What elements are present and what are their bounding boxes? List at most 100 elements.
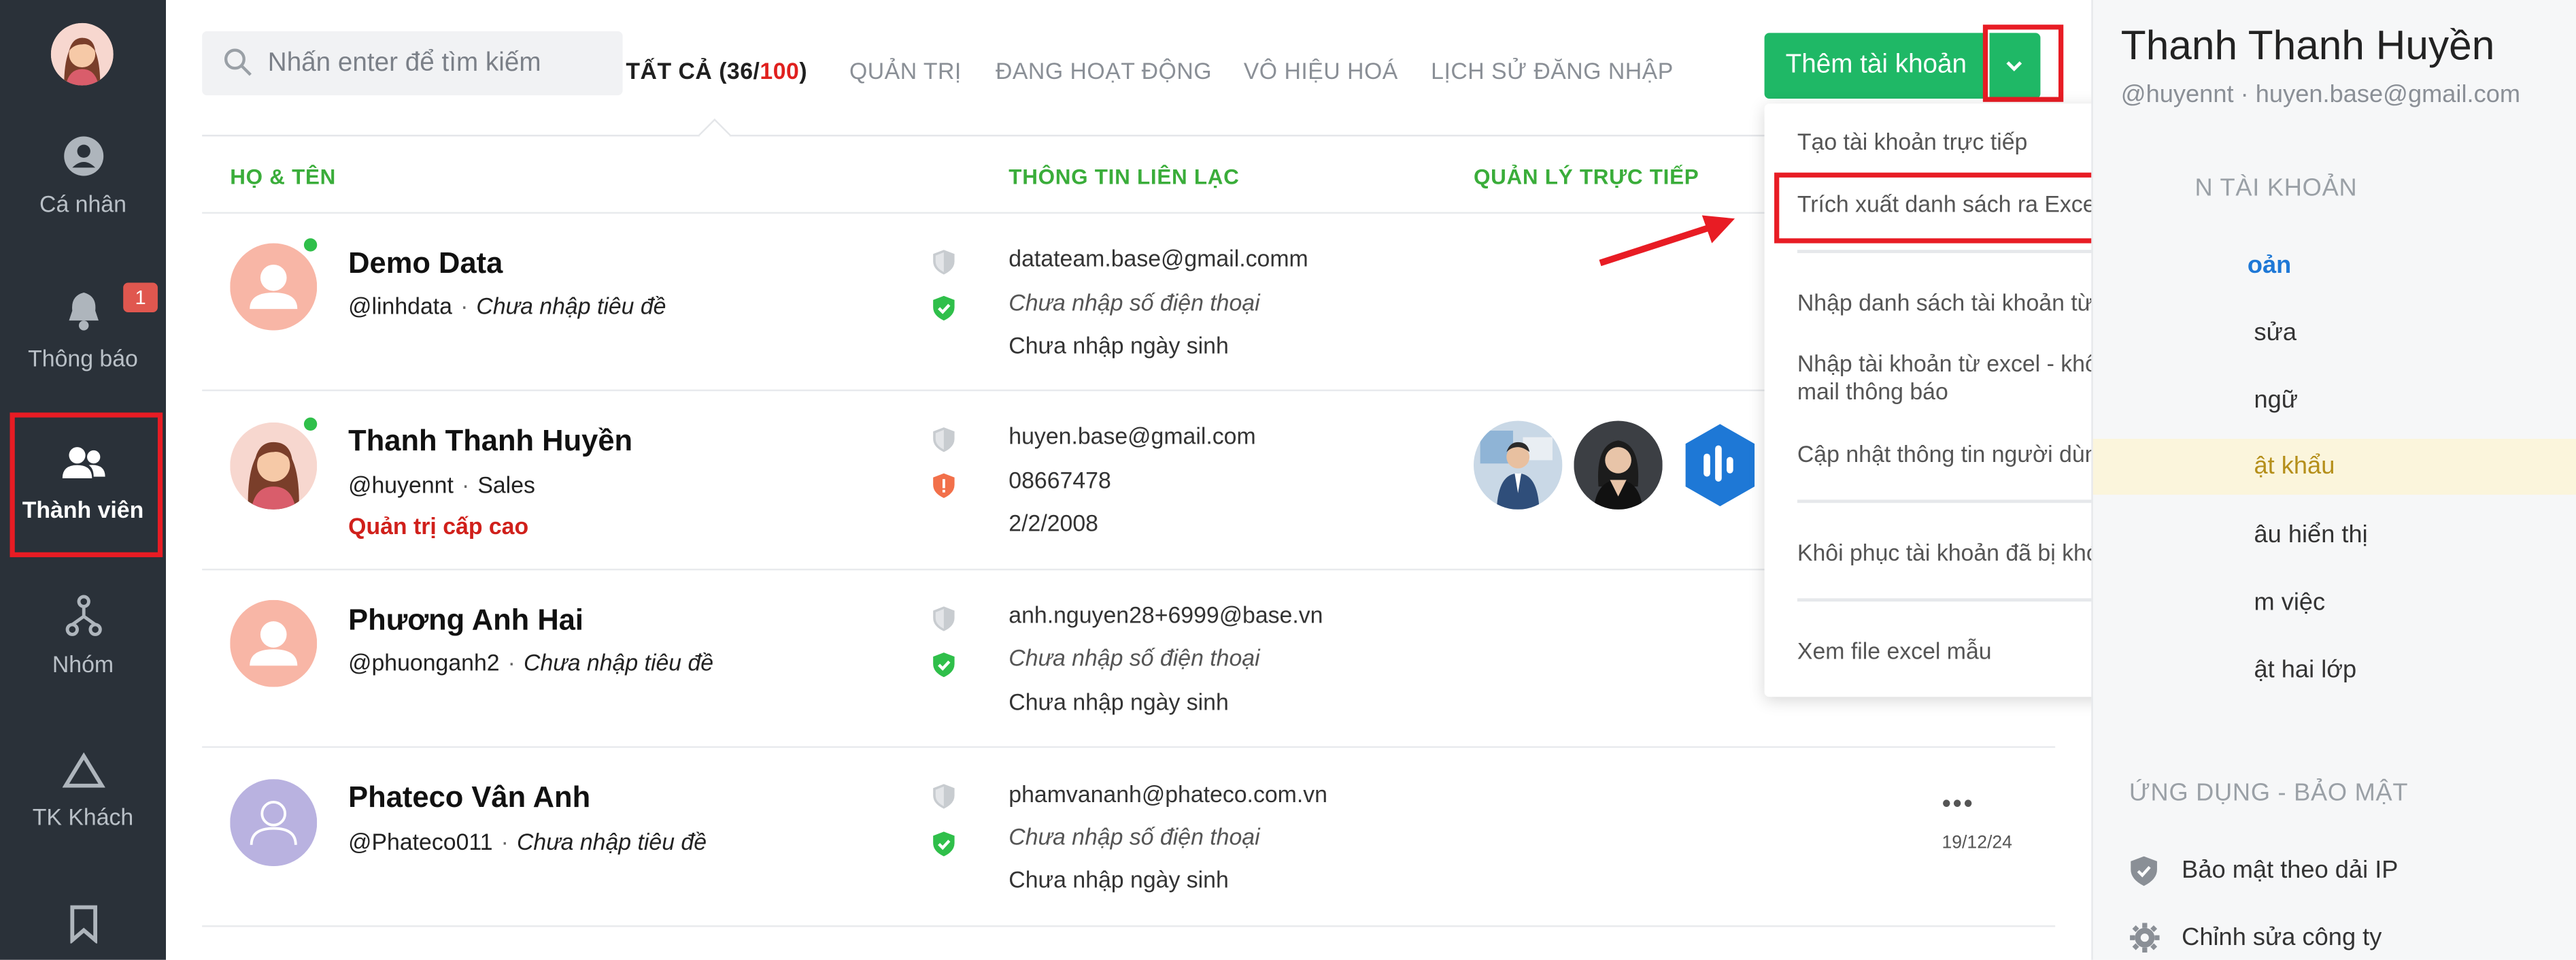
- member-title: Sales: [477, 471, 535, 498]
- annotation-arrow-icon: [1599, 215, 1735, 267]
- online-status-dot: [302, 416, 319, 433]
- tab-active[interactable]: ĐANG HOẠT ĐỘNG: [996, 58, 1212, 84]
- manager-logo-avatar: [1676, 420, 1765, 510]
- menu-item-restore-locked[interactable]: Khôi phục tài khoản đã bị khóa: [1797, 539, 2112, 565]
- tab-all-limit: 100: [760, 57, 800, 84]
- add-account-button[interactable]: Thêm tài khoản: [1764, 33, 1988, 99]
- member-handle: @huyennt: [348, 471, 454, 498]
- nav-label-groups: Nhóm: [52, 650, 114, 678]
- shield-check-icon: [933, 295, 955, 321]
- shield-check-icon: [933, 831, 955, 857]
- bell-icon: [68, 293, 98, 331]
- member-birthday: Chưa nhập ngày sinh: [1009, 689, 1229, 715]
- member-phone: Chưa nhập số điện thoại: [1009, 289, 1260, 316]
- tab-admin[interactable]: QUẢN TRỊ: [849, 58, 962, 84]
- section-title-security: ỨNG DỤNG - BẢO MẬT: [2129, 779, 2409, 808]
- default-avatar-icon: [230, 599, 318, 687]
- tab-all[interactable]: TẤT CẢ (36/100): [626, 58, 807, 84]
- tab-login-history[interactable]: LỊCH SỬ ĐĂNG NHẬP: [1431, 58, 1674, 84]
- member-birthday: Chưa nhập ngày sinh: [1009, 866, 1229, 893]
- member-handle: @Phateco011: [348, 828, 493, 855]
- nav-label-guest-accounts: TK Khách: [32, 804, 134, 830]
- highlight-box-dropdown-toggle: [1982, 24, 2064, 102]
- panel-item-edit-company[interactable]: Chỉnh sửa công ty: [2182, 924, 2382, 952]
- shield-warning-icon: [933, 473, 955, 498]
- nav-item-guest-accounts[interactable]: TK Khách: [0, 751, 166, 830]
- shield-gray-icon: [933, 606, 955, 631]
- manager-photo-2: [1574, 420, 1663, 510]
- panel-item-language[interactable]: ngữ: [2093, 373, 2576, 429]
- column-header-manager: QUẢN LÝ TRỰC TIẾP: [1473, 164, 1699, 189]
- member-date: 19/12/24: [1942, 833, 2012, 853]
- panel-item-2fa[interactable]: ật hai lớp: [2093, 643, 2576, 699]
- panel-item-label: ật hai lớp: [2254, 655, 2357, 684]
- manager-photo-1: [1473, 420, 1563, 510]
- member-email: datateam.base@gmail.comm: [1009, 244, 1308, 271]
- shield-gray-icon: [933, 427, 955, 452]
- default-avatar-icon: [230, 243, 318, 331]
- panel-item-label: âu hiển thị: [2254, 520, 2368, 549]
- member-meta: @linhdata · Chưa nhập tiêu đề: [348, 293, 666, 319]
- online-status-dot: [302, 236, 319, 254]
- search-input[interactable]: Nhấn enter để tìm kiếm: [202, 31, 623, 96]
- notification-badge: 1: [123, 282, 158, 313]
- tab-disabled[interactable]: VÔ HIỆU HOÁ: [1244, 58, 1398, 84]
- panel-item-ip-security[interactable]: Bảo mật theo dải IP: [2182, 857, 2398, 884]
- avatar: [230, 779, 318, 867]
- panel-item-account[interactable]: oản: [2093, 238, 2576, 294]
- menu-item-create-account[interactable]: Tạo tài khoản trực tiếp: [1797, 128, 2027, 154]
- member-name[interactable]: Phương Anh Hai: [348, 603, 583, 638]
- tab-all-suffix: ): [799, 57, 808, 84]
- panel-item-label: oản: [2247, 251, 2292, 280]
- panel-item-display[interactable]: âu hiển thị: [2093, 508, 2576, 563]
- member-birthday: Chưa nhập ngày sinh: [1009, 331, 1229, 359]
- member-phone: Chưa nhập số điện thoại: [1009, 823, 1260, 850]
- bookmark-icon: [69, 905, 97, 944]
- tab-active-indicator: [698, 118, 731, 152]
- member-phone: Chưa nhập số điện thoại: [1009, 644, 1260, 671]
- member-meta: @phuonganh2 · Chưa nhập tiêu đề: [348, 649, 714, 676]
- member-email: anh.nguyen28+6999@base.vn: [1009, 601, 1323, 628]
- manager-avatar[interactable]: [1473, 420, 1563, 510]
- more-options-button[interactable]: •••: [1942, 791, 1974, 820]
- gear-icon: [2130, 923, 2160, 953]
- nav-item-groups[interactable]: Nhóm: [0, 595, 166, 678]
- user-photo-avatar: [230, 422, 318, 510]
- avatar: [230, 599, 318, 687]
- member-role-badge: Quản trị cấp cao: [348, 512, 529, 540]
- panel-item-label: sửa: [2254, 318, 2297, 347]
- highlight-box-members: [10, 412, 163, 557]
- member-name[interactable]: Phateco Vân Anh: [348, 781, 590, 816]
- member-name[interactable]: Thanh Thanh Huyền: [348, 424, 632, 459]
- triangle-icon: [61, 752, 105, 788]
- menu-item-sample-excel[interactable]: Xem file excel mẫu: [1797, 638, 1992, 664]
- member-title: Chưa nhập tiêu đề: [516, 828, 707, 855]
- member-name[interactable]: Demo Data: [348, 246, 503, 281]
- profile-handle-line: @huyennt · huyen.base@gmail.com: [2120, 80, 2521, 109]
- search-placeholder: Nhấn enter để tìm kiếm: [267, 49, 541, 78]
- panel-item-password[interactable]: ật khẩu: [2092, 439, 2576, 495]
- user-circle-icon: [63, 136, 103, 176]
- member-birthday: 2/2/2008: [1009, 509, 1098, 536]
- panel-item-edit[interactable]: sửa: [2093, 305, 2576, 361]
- member-title: Chưa nhập tiêu đề: [524, 649, 714, 676]
- shield-gray-icon: [933, 784, 955, 809]
- panel-item-label: m việc: [2254, 588, 2326, 616]
- profile-email: huyen.base@gmail.com: [2255, 80, 2521, 109]
- nav-item-personal[interactable]: Cá nhân: [0, 135, 166, 217]
- manager-avatar[interactable]: [1676, 420, 1765, 510]
- row-divider: [202, 925, 2056, 927]
- member-meta: @huyennt · Sales: [348, 471, 535, 498]
- member-meta: @Phateco011 · Chưa nhập tiêu đề: [348, 828, 707, 855]
- user-avatar[interactable]: [50, 22, 114, 86]
- nav-item-bookmark[interactable]: [0, 904, 166, 957]
- panel-item-label: ật khẩu: [2254, 452, 2335, 480]
- panel-item-label: ngữ: [2254, 386, 2299, 414]
- tab-all-prefix: TẤT CẢ (36/: [626, 57, 760, 84]
- nav-label-notifications: Thông báo: [28, 345, 138, 371]
- panel-item-work[interactable]: m việc: [2093, 576, 2576, 631]
- manager-avatar[interactable]: [1574, 420, 1663, 510]
- profile-name: Thanh Thanh Huyền: [2120, 22, 2495, 69]
- shield-check-icon: [933, 652, 955, 678]
- shield-gray-icon: [933, 250, 955, 275]
